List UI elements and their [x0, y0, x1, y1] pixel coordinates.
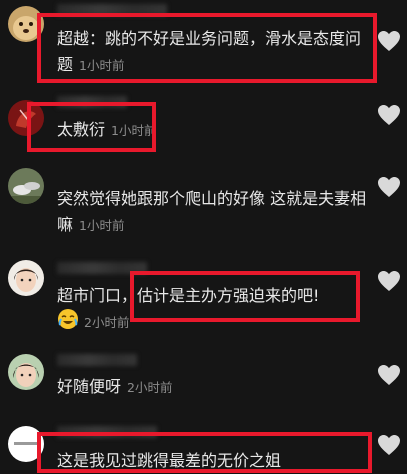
like-heart-icon[interactable] — [377, 104, 401, 126]
laughing-crying-emoji-icon — [57, 308, 79, 330]
like-heart-icon[interactable] — [377, 176, 401, 198]
like-heart-icon[interactable] — [377, 30, 401, 52]
avatar-woman[interactable] — [8, 354, 44, 390]
avatar-girl[interactable] — [8, 260, 44, 296]
avatar-dog[interactable] — [8, 6, 44, 42]
username-blurred — [57, 4, 167, 16]
comment-4[interactable]: 超市门口，估计是主办方强迫来的吧! 2小时前 — [0, 252, 407, 342]
username-blurred — [57, 262, 147, 274]
comment-2[interactable]: 太敷衍 1小时前 — [0, 90, 407, 160]
comment-5[interactable]: 好随便呀 2小时前 — [0, 342, 407, 418]
comment-body: 好随便呀 — [57, 377, 122, 396]
comment-text: 这是我见过跳得最差的无价之姐 — [57, 448, 372, 474]
comment-text: 突然觉得她跟那个爬山的好像 这就是夫妻相嘛 1小时前 — [57, 186, 372, 239]
like-heart-icon[interactable] — [377, 434, 401, 456]
avatar-shoes[interactable] — [8, 168, 44, 204]
like-heart-icon[interactable] — [377, 270, 401, 292]
comment-text: 太敷衍 1小时前 — [57, 117, 372, 144]
comment-text: 超市门口，估计是主办方强迫来的吧! — [57, 283, 372, 309]
comment-body: 超市门口，估计是主办方强迫来的吧! — [57, 286, 320, 305]
username-blurred — [57, 96, 127, 108]
username-blurred — [57, 426, 157, 438]
comment-6[interactable]: 这是我见过跳得最差的无价之姐 — [0, 418, 407, 473]
comment-time: 1小时前 — [79, 218, 125, 233]
comment-text: 超越：跳的不好是业务问题，滑水是态度问题 1小时前 — [57, 26, 372, 79]
like-heart-icon[interactable] — [377, 364, 401, 386]
avatar-white-logo[interactable] — [8, 426, 44, 462]
comment-1[interactable]: 超越：跳的不好是业务问题，滑水是态度问题 1小时前 — [0, 0, 407, 90]
comment-time: 2小时前 — [127, 380, 173, 395]
comment-3[interactable]: 突然觉得她跟那个爬山的好像 这就是夫妻相嘛 1小时前 — [0, 160, 407, 252]
username-blurred — [57, 354, 137, 366]
comment-body: 这是我见过跳得最差的无价之姐 — [57, 451, 282, 470]
comment-time: 1小时前 — [111, 123, 157, 138]
comment-text: 好随便呀 2小时前 — [57, 374, 372, 401]
avatar-red[interactable] — [8, 100, 44, 136]
comment-body: 太敷衍 — [57, 120, 106, 139]
comment-time: 2小时前 — [84, 315, 130, 330]
comment-time: 1小时前 — [79, 58, 125, 73]
